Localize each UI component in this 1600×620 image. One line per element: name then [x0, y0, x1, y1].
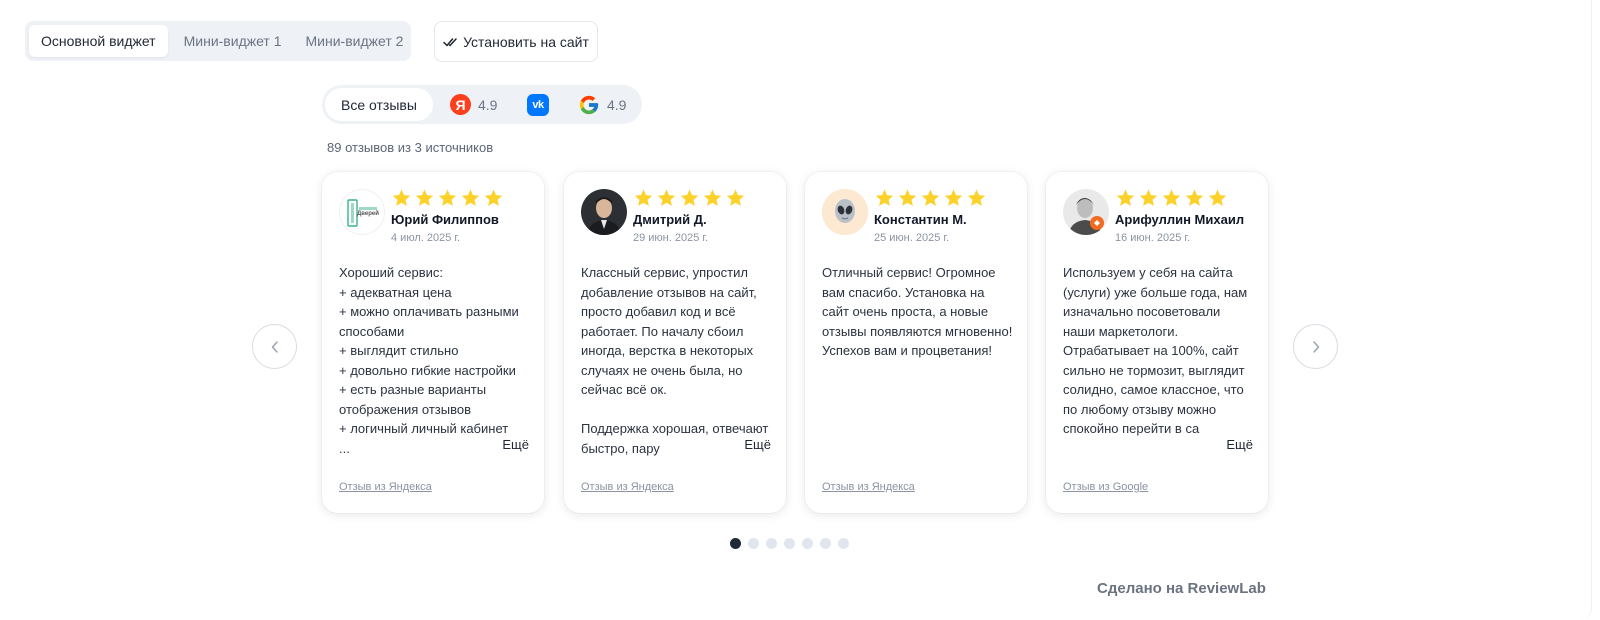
- review-meta: Юрий Филиппов 4 июл. 2025 г.: [391, 188, 504, 244]
- star-icon: [726, 189, 745, 206]
- chevron-left-icon: [271, 340, 278, 353]
- star-icon: [703, 189, 722, 206]
- pagination-dot[interactable]: [820, 538, 831, 549]
- pagination-dot[interactable]: [766, 538, 777, 549]
- more-link[interactable]: Ещё: [474, 435, 529, 455]
- widget-tabs: Основной виджет Мини-виджет 1 Мини-видже…: [25, 21, 411, 61]
- person-photo-icon: [581, 189, 627, 235]
- pagination-dot[interactable]: [730, 538, 741, 549]
- reviews-count: 89 отзывов из 3 источников: [327, 140, 494, 155]
- google-icon: [579, 95, 599, 115]
- star-icon: [875, 189, 894, 206]
- install-label: Установить на сайт: [463, 33, 589, 50]
- review-source-link[interactable]: Отзыв из Google: [1063, 481, 1148, 493]
- source-all-button[interactable]: Все отзывы: [325, 88, 433, 121]
- star-icon: [680, 189, 699, 206]
- review-card: Дверей Юрий Филиппов 4 июл. 2025 г. Хоро…: [322, 172, 544, 513]
- star-icon: [921, 189, 940, 206]
- avatar: [581, 189, 627, 235]
- pagination-dots: [730, 538, 849, 549]
- double-check-icon: [443, 37, 457, 46]
- source-yandex-button[interactable]: Я 4.9: [450, 94, 497, 115]
- reviewer-name: Арифуллин Михаил: [1115, 212, 1245, 227]
- review-text: Хороший сервис: + адекватная цена + можн…: [339, 265, 519, 456]
- star-icon: [1208, 189, 1227, 206]
- rating-stars: [391, 188, 504, 208]
- source-filter: Все отзывы Я 4.9 vk 4.9: [322, 85, 642, 124]
- reviewer-name: Юрий Филиппов: [391, 212, 499, 227]
- review-date: 16 июн. 2025 г.: [1115, 232, 1191, 244]
- star-icon: [415, 189, 434, 206]
- star-icon: [967, 189, 986, 206]
- star-icon: [1162, 189, 1181, 206]
- pagination-dot[interactable]: [784, 538, 795, 549]
- alien-avatar-icon: [822, 189, 868, 235]
- yandex-icon: Я: [450, 94, 471, 115]
- reviewer-name: Константин М.: [874, 212, 967, 227]
- review-meta: Арифуллин Михаил 16 июн. 2025 г.: [1115, 188, 1244, 244]
- source-google-button[interactable]: 4.9: [578, 94, 626, 116]
- review-card: Дмитрий Д. 29 июн. 2025 г. Классный серв…: [564, 172, 786, 513]
- review-meta: Константин М. 25 июн. 2025 г.: [874, 188, 987, 244]
- person-photo-icon: [1063, 189, 1109, 235]
- install-button[interactable]: Установить на сайт: [434, 21, 598, 62]
- star-icon: [634, 189, 653, 206]
- widget-frame: [0, 0, 1592, 620]
- review-source-link[interactable]: Отзыв из Яндекса: [339, 481, 432, 493]
- review-source-link[interactable]: Отзыв из Яндекса: [581, 481, 674, 493]
- rating-stars: [633, 188, 746, 208]
- star-icon: [461, 189, 480, 206]
- more-link[interactable]: Ещё: [1198, 435, 1253, 455]
- vk-icon: vk: [527, 94, 549, 116]
- star-icon: [438, 189, 457, 206]
- made-with-label[interactable]: Сделано на ReviewLab: [1097, 580, 1266, 597]
- star-icon: [392, 189, 411, 206]
- yandex-rating: 4.9: [478, 96, 498, 113]
- review-text: Отличный сервис! Огромное вам спасибо. У…: [822, 265, 1013, 358]
- next-button[interactable]: [1293, 324, 1338, 369]
- avatar: [1063, 189, 1109, 235]
- rating-stars: [874, 188, 987, 208]
- review-date: 4 июл. 2025 г.: [391, 232, 461, 244]
- review-text: Классный сервис, упростил добавление отз…: [581, 265, 769, 456]
- star-icon: [657, 189, 676, 206]
- reviewer-name: Дмитрий Д.: [633, 212, 707, 227]
- review-date: 25 июн. 2025 г.: [874, 232, 950, 244]
- chevron-right-icon: [1312, 340, 1319, 353]
- tab-main-widget[interactable]: Основной виджет: [29, 25, 168, 57]
- review-text: Используем у себя на сайта (услуги) уже …: [1063, 265, 1248, 436]
- star-icon: [898, 189, 917, 206]
- pagination-dot[interactable]: [838, 538, 849, 549]
- star-icon: [1116, 189, 1135, 206]
- review-card: Арифуллин Михаил 16 июн. 2025 г. Использ…: [1046, 172, 1268, 513]
- avatar: [822, 189, 868, 235]
- tab-mini-widget-1[interactable]: Мини-виджет 1: [172, 25, 294, 57]
- more-link[interactable]: Ещё: [716, 435, 771, 455]
- prev-button[interactable]: [252, 324, 297, 369]
- review-source-link[interactable]: Отзыв из Яндекса: [822, 481, 915, 493]
- review-date: 29 июн. 2025 г.: [633, 232, 709, 244]
- star-icon: [944, 189, 963, 206]
- review-card: Константин М. 25 июн. 2025 г. Отличный с…: [805, 172, 1027, 513]
- rating-stars: [1115, 188, 1244, 208]
- pagination-dot[interactable]: [748, 538, 759, 549]
- source-vk-button[interactable]: vk: [527, 94, 549, 116]
- review-meta: Дмитрий Д. 29 июн. 2025 г.: [633, 188, 746, 244]
- avatar: Дверей: [339, 189, 385, 235]
- star-icon: [1139, 189, 1158, 206]
- pagination-dot[interactable]: [802, 538, 813, 549]
- google-rating: 4.9: [607, 97, 627, 113]
- star-icon: [484, 189, 503, 206]
- tab-mini-widget-2[interactable]: Мини-виджет 2: [294, 25, 416, 57]
- star-icon: [1185, 189, 1204, 206]
- avatar-logo-text: Дверей: [357, 211, 379, 217]
